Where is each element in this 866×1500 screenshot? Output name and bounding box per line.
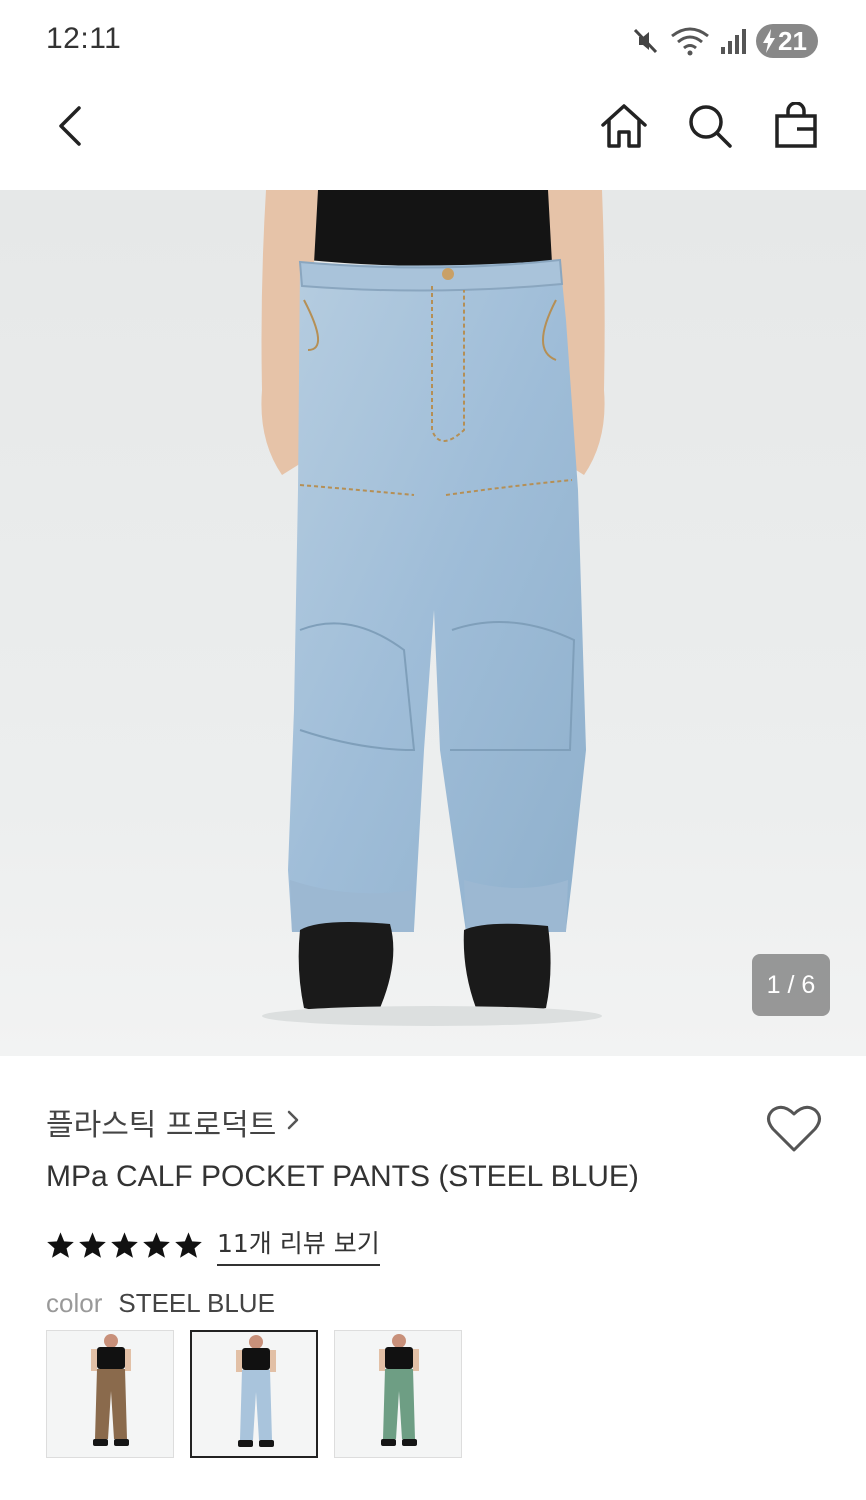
header-actions: [594, 98, 826, 158]
chevron-right-icon: [286, 1108, 300, 1138]
home-button[interactable]: [594, 98, 654, 158]
heart-icon: [766, 1105, 822, 1158]
color-swatches: [46, 1330, 462, 1458]
swatch-thumbnail: [335, 1331, 461, 1457]
signal-icon: [720, 27, 746, 55]
product-image-gallery[interactable]: 1 / 6: [0, 190, 866, 1056]
swatch-thumbnail: [192, 1332, 316, 1456]
chevron-left-icon: [55, 104, 85, 152]
star-icon: [142, 1231, 171, 1259]
mute-icon: [630, 26, 660, 56]
color-swatch[interactable]: [46, 1330, 174, 1458]
star-icon: [46, 1231, 75, 1259]
product-photo: [0, 190, 866, 1056]
status-icons: 21: [630, 22, 818, 60]
star-rating: [46, 1231, 203, 1259]
star-icon: [174, 1231, 203, 1259]
swatch-thumbnail: [47, 1331, 173, 1457]
wifi-icon: [670, 26, 710, 56]
battery-charging-icon: 21: [756, 24, 818, 58]
wishlist-button[interactable]: [766, 1104, 826, 1158]
brand-link[interactable]: 플라스틱 프로덕트: [46, 1100, 300, 1144]
view-reviews-link[interactable]: 11개 리뷰 보기: [217, 1224, 380, 1266]
star-icon: [110, 1231, 139, 1259]
color-value: STEEL BLUE: [118, 1288, 275, 1318]
product-title: MPa CALF POCKET PANTS (STEEL BLUE): [46, 1160, 639, 1193]
image-counter: 1 / 6: [752, 954, 830, 1016]
home-icon: [599, 101, 649, 155]
color-swatch[interactable]: [190, 1330, 318, 1458]
color-swatch[interactable]: [334, 1330, 462, 1458]
rating-row: 11개 리뷰 보기: [46, 1224, 380, 1266]
status-time: 12:11: [46, 22, 122, 55]
color-row: color STEEL BLUE: [46, 1288, 275, 1319]
status-bar: 12:11 21: [0, 0, 866, 80]
brand-name: 플라스틱 프로덕트: [46, 1108, 277, 1143]
star-icon: [78, 1231, 107, 1259]
back-button[interactable]: [40, 98, 100, 158]
battery-level: 21: [778, 25, 807, 56]
cart-button[interactable]: [766, 98, 826, 158]
shopping-bag-icon: [773, 101, 819, 154]
color-label: color: [46, 1288, 103, 1318]
top-navigation-bar: [0, 80, 866, 190]
search-icon: [686, 102, 734, 154]
search-button[interactable]: [680, 98, 740, 158]
